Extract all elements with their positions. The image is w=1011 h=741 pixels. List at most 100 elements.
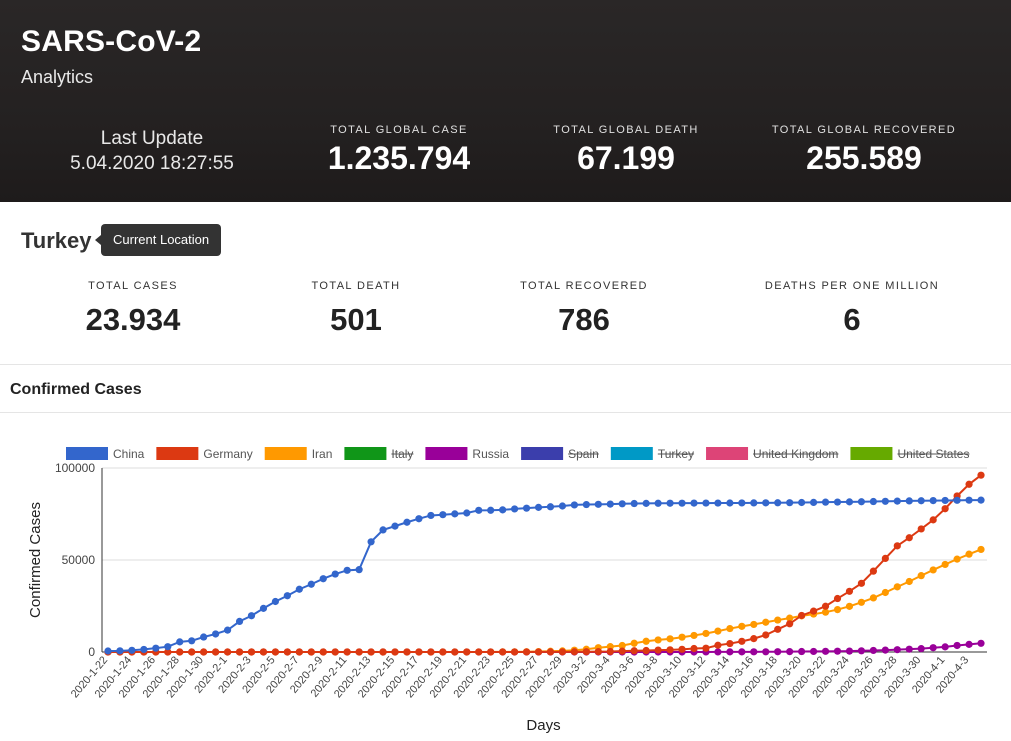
- data-point-germany: [654, 646, 662, 654]
- data-point-germany: [200, 648, 208, 656]
- legend-swatch[interactable]: [425, 447, 468, 460]
- data-point-germany: [176, 648, 184, 656]
- data-point-china: [116, 647, 124, 655]
- total-recovered-label: TOTAL RECOVERED: [520, 280, 648, 292]
- total-death-stat: TOTAL DEATH 501: [281, 280, 431, 338]
- data-point-iran: [690, 631, 698, 640]
- data-point-iran: [630, 639, 638, 647]
- total-cases-stat: TOTAL CASES 23.934: [58, 280, 208, 338]
- data-point-china: [845, 498, 854, 506]
- data-point-germany: [271, 648, 280, 656]
- data-point-germany: [403, 648, 411, 656]
- data-point-germany: [235, 648, 244, 656]
- data-point-germany: [451, 648, 459, 656]
- data-point-germany: [869, 567, 877, 575]
- data-point-germany: [726, 639, 734, 648]
- data-point-iran: [917, 572, 925, 580]
- data-point-iran: [953, 555, 961, 563]
- data-point-china: [630, 499, 638, 508]
- data-point-china: [905, 497, 913, 505]
- data-point-china: [534, 503, 543, 511]
- legend-swatch[interactable]: [850, 447, 893, 460]
- legend-item-germany[interactable]: Germany: [203, 447, 252, 461]
- legend-item-china[interactable]: China: [113, 447, 145, 461]
- data-point-germany: [355, 648, 363, 656]
- legend-swatch[interactable]: [521, 447, 564, 460]
- data-point-china: [977, 496, 985, 504]
- data-point-germany: [690, 644, 698, 653]
- data-point-iran: [642, 637, 650, 645]
- data-point-china: [391, 522, 399, 530]
- data-point-china: [786, 499, 794, 507]
- data-point-china: [140, 645, 148, 654]
- data-point-germany: [439, 648, 447, 656]
- data-point-germany: [331, 648, 339, 656]
- data-point-iran: [702, 629, 710, 638]
- data-point-china: [283, 592, 291, 600]
- data-point-china: [774, 499, 782, 507]
- data-point-russia: [929, 644, 937, 652]
- legend-swatch[interactable]: [706, 447, 749, 460]
- data-point-germany: [702, 644, 710, 652]
- legend-swatch[interactable]: [156, 447, 199, 460]
- data-point-iran: [845, 602, 854, 610]
- data-point-germany: [427, 648, 435, 656]
- data-point-china: [104, 647, 112, 655]
- data-point-germany: [499, 648, 507, 656]
- data-point-russia: [714, 648, 722, 656]
- legend-item-iran[interactable]: Iran: [312, 447, 333, 461]
- data-point-iran: [905, 577, 913, 586]
- data-point-china: [821, 498, 830, 506]
- data-point-russia: [809, 647, 818, 656]
- data-point-china: [642, 499, 650, 507]
- last-update-value: 5.04.2020 18:27:55: [70, 153, 234, 174]
- global-case-stat: TOTAL GLOBAL CASE 1.235.794: [314, 124, 484, 177]
- data-point-china: [869, 497, 877, 506]
- legend-swatch[interactable]: [610, 447, 653, 460]
- data-point-russia: [857, 647, 866, 655]
- data-point-china: [714, 499, 722, 507]
- data-point-iran: [941, 560, 949, 569]
- data-point-iran: [762, 618, 770, 626]
- data-point-russia: [869, 646, 877, 655]
- data-point-russia: [893, 646, 901, 654]
- x-axis-title: Days: [526, 717, 560, 734]
- y-tick-label: 50000: [62, 553, 96, 567]
- data-point-china: [200, 633, 208, 641]
- global-death-stat: TOTAL GLOBAL DEATH 67.199: [541, 124, 711, 177]
- data-point-russia: [905, 645, 913, 653]
- data-point-china: [511, 505, 519, 513]
- data-point-china: [235, 617, 244, 626]
- data-point-china: [475, 506, 483, 514]
- data-point-china: [798, 498, 806, 507]
- data-point-china: [188, 637, 196, 645]
- data-point-russia: [774, 648, 782, 656]
- data-point-russia: [738, 648, 746, 656]
- legend-swatch[interactable]: [264, 447, 307, 460]
- data-point-china: [176, 638, 184, 646]
- data-point-china: [343, 566, 351, 574]
- data-point-germany: [212, 648, 220, 656]
- data-point-germany: [522, 648, 531, 656]
- data-point-china: [558, 502, 567, 510]
- data-point-china: [654, 499, 662, 507]
- data-point-iran: [881, 588, 889, 597]
- data-point-russia: [821, 647, 830, 655]
- data-point-germany: [319, 648, 327, 656]
- data-point-china: [223, 626, 232, 634]
- total-death-label: TOTAL DEATH: [311, 280, 401, 292]
- data-point-china: [415, 515, 423, 523]
- data-point-germany: [534, 648, 543, 656]
- data-point-china: [857, 498, 866, 506]
- data-point-iran: [869, 594, 877, 602]
- legend-swatch[interactable]: [66, 447, 108, 460]
- app-title: SARS-CoV-2: [21, 25, 202, 58]
- legend-swatch[interactable]: [344, 447, 387, 460]
- data-point-china: [319, 575, 327, 583]
- data-point-china: [212, 630, 220, 638]
- data-point-germany: [630, 647, 638, 655]
- legend-item-russia[interactable]: Russia: [472, 447, 509, 461]
- data-point-germany: [917, 525, 925, 533]
- data-point-germany: [774, 625, 782, 633]
- divider: [0, 412, 1011, 413]
